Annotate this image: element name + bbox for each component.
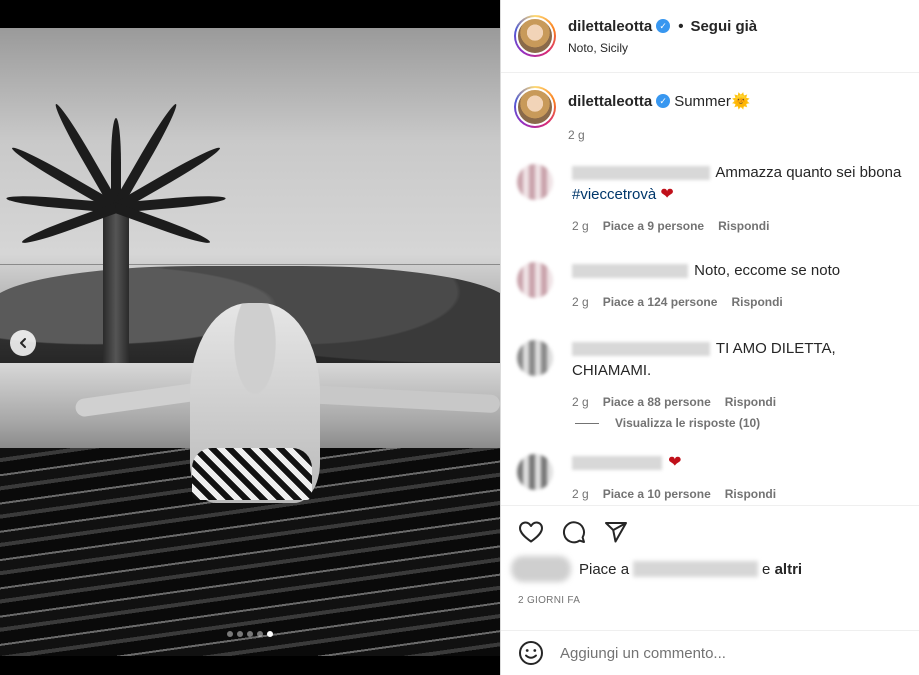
post-location[interactable]: Noto, Sicily	[568, 41, 757, 55]
post-media	[0, 0, 500, 675]
header-separator: •	[678, 17, 684, 35]
post-panel: dilettaleotta ✓ • Segui già Noto, Sicily…	[500, 0, 919, 675]
comment-likes[interactable]: Piace a 9 persone	[603, 219, 704, 233]
liker-username-blurred[interactable]	[633, 561, 759, 577]
heart-outline-icon[interactable]	[518, 520, 544, 544]
comment-age[interactable]: 2 g	[572, 295, 589, 309]
comment-item: Noto, eccome se noto 2 g Piace a 124 per…	[501, 260, 912, 309]
comment-item: Ammazza quanto sei bbona #vieccetrovà ❤ …	[501, 162, 912, 233]
carousel-dot	[247, 631, 253, 637]
post-timestamp[interactable]: 2 GIORNI FA	[501, 582, 919, 606]
commenter-avatar[interactable]	[517, 340, 553, 376]
bikini	[192, 448, 312, 500]
add-comment-bar	[501, 630, 919, 675]
comment-text: Ammazza quanto sei bbona	[715, 164, 902, 181]
commenter-username-blurred[interactable]	[572, 342, 710, 357]
commenter-avatar[interactable]	[517, 454, 553, 490]
likes-summary[interactable]: Piace a e altri	[501, 544, 919, 582]
replies-divider	[575, 422, 599, 424]
caption-age[interactable]: 2 g	[568, 128, 585, 142]
carousel-indicator	[0, 631, 500, 637]
palm-trunk	[103, 203, 129, 383]
comment-age[interactable]: 2 g	[572, 395, 589, 409]
reply-button[interactable]: Rispondi	[718, 219, 769, 233]
horizon-line	[0, 264, 500, 265]
commenter-username-blurred[interactable]	[572, 264, 688, 279]
follow-button[interactable]: Segui già	[690, 18, 757, 35]
comment-item: TI AMO DILETTA, CHIAMAMI. 2 g Piace a 88…	[501, 338, 912, 409]
comment-age[interactable]: 2 g	[572, 487, 589, 501]
view-replies-label: Visualizza le risposte (10)	[615, 416, 761, 430]
commenter-username-blurred[interactable]	[572, 456, 662, 471]
carousel-prev-button[interactable]	[10, 330, 36, 356]
reply-button[interactable]: Rispondi	[731, 295, 782, 309]
verified-badge-icon: ✓	[656, 94, 671, 108]
author-username[interactable]: dilettaleotta	[568, 18, 652, 35]
likes-prefix: Piace a	[579, 560, 630, 578]
comment-age[interactable]: 2 g	[572, 219, 589, 233]
carousel-dot	[237, 631, 243, 637]
speech-bubble-icon[interactable]	[562, 520, 586, 544]
post-header: dilettaleotta ✓ • Segui già Noto, Sicily	[501, 0, 919, 73]
post-actions: Piace a e altri 2 GIORNI FA	[501, 505, 919, 629]
carousel-dot	[267, 631, 273, 637]
comment-likes[interactable]: Piace a 10 persone	[603, 487, 711, 501]
caption-avatar[interactable]	[514, 86, 556, 128]
comment-text: Noto, eccome se noto	[694, 262, 841, 279]
comment-hashtag[interactable]: #vieccetrovà	[572, 186, 656, 203]
reply-button[interactable]: Rispondi	[725, 395, 776, 409]
author-avatar[interactable]	[514, 15, 556, 57]
comment-likes[interactable]: Piace a 124 persone	[603, 295, 718, 309]
verified-badge-icon: ✓	[656, 19, 671, 33]
comments-list[interactable]: dilettaleotta ✓ Summer 🌞 2 g Ammazza qua…	[501, 74, 919, 504]
carousel-dot	[227, 631, 233, 637]
commenter-avatar[interactable]	[517, 262, 553, 298]
liker-avatars-blurred	[511, 556, 571, 582]
commenter-avatar[interactable]	[517, 164, 553, 200]
post-photo[interactable]	[0, 28, 500, 656]
reply-button[interactable]: Rispondi	[725, 487, 776, 501]
paper-plane-icon[interactable]	[604, 520, 628, 544]
chevron-left-icon	[20, 338, 26, 348]
red-heart-emoji: ❤	[660, 186, 674, 203]
sun-emoji: 🌞	[731, 93, 751, 110]
carousel-dot	[257, 631, 263, 637]
comment-input[interactable]	[560, 644, 880, 662]
caption: dilettaleotta ✓ Summer 🌞 2 g	[501, 74, 919, 154]
likes-connector: e	[762, 560, 771, 578]
likes-others-link[interactable]: altri	[775, 561, 803, 578]
comment-likes[interactable]: Piace a 88 persone	[603, 395, 711, 409]
caption-username[interactable]: dilettaleotta	[568, 93, 652, 110]
commenter-username-blurred[interactable]	[572, 166, 710, 181]
smiley-icon[interactable]	[518, 640, 544, 666]
comment-item: ❤ 2 g Piace a 10 persone Rispondi	[501, 452, 912, 501]
red-heart-emoji: ❤	[668, 454, 682, 471]
caption-text: Summer	[674, 92, 731, 110]
view-replies-button[interactable]: Visualizza le risposte (10)	[575, 416, 760, 430]
